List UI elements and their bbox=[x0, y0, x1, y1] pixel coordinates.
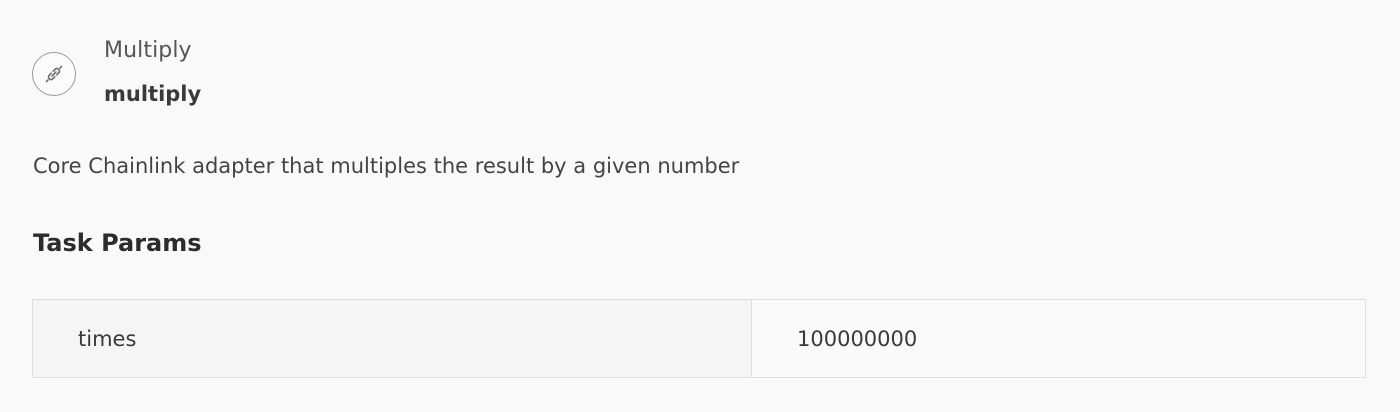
adapter-description: Core Chainlink adapter that multiples th… bbox=[33, 154, 740, 178]
param-key-cell: times bbox=[33, 300, 752, 377]
adapter-titles: Multiply multiply bbox=[104, 38, 201, 107]
adapter-type: multiply bbox=[104, 82, 202, 106]
adapter-detail-page: Multiply multiply Core Chainlink adapter… bbox=[0, 0, 1400, 412]
adapter-name: Multiply bbox=[104, 38, 192, 63]
task-params-heading: Task Params bbox=[33, 229, 202, 257]
param-value-cell: 100000000 bbox=[752, 300, 1365, 377]
task-params-table: times 100000000 bbox=[32, 299, 1366, 378]
adapter-header: Multiply multiply bbox=[32, 38, 201, 107]
link-icon bbox=[32, 52, 76, 96]
